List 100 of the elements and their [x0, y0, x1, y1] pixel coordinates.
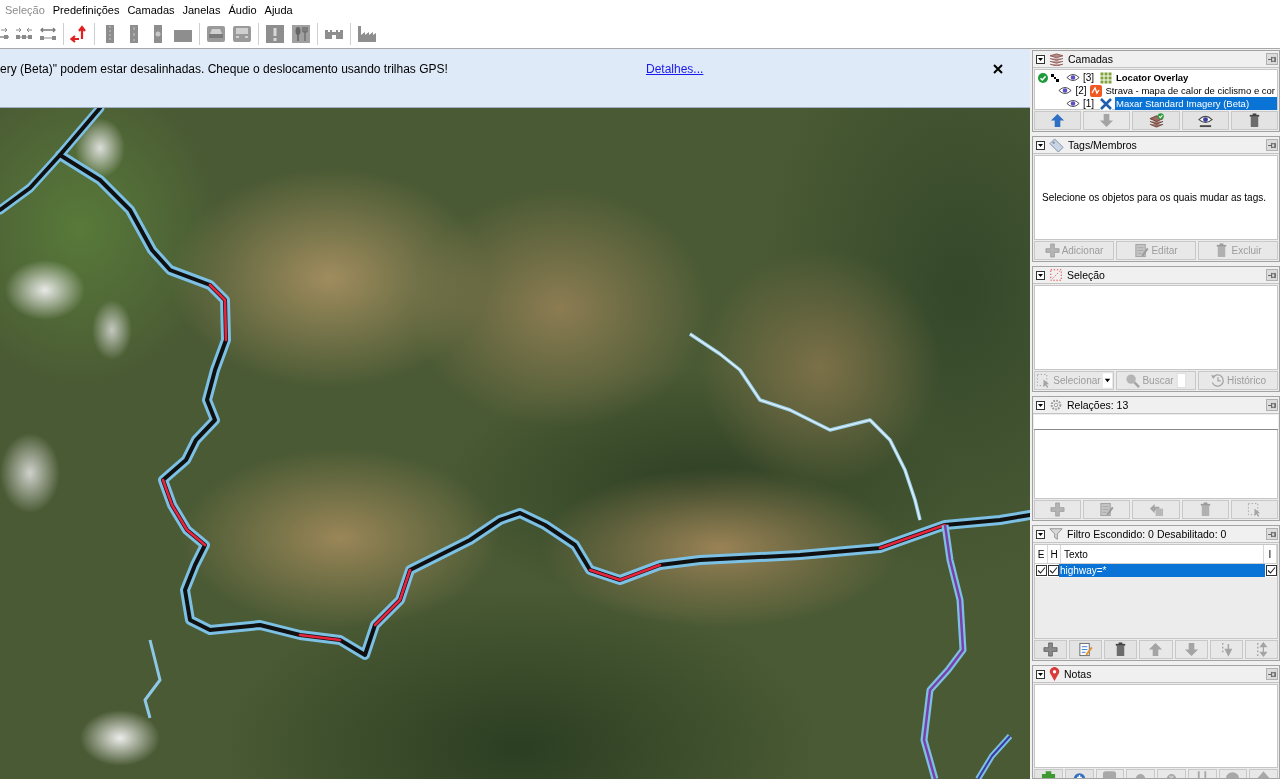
notepad-pencil-icon — [1134, 243, 1150, 258]
arrow-up-icon — [1148, 642, 1164, 657]
eye-icon[interactable] — [1066, 73, 1080, 82]
layer-row[interactable]: [2] Strava - mapa de calor de ciclismo e cor — [1035, 84, 1277, 97]
pin-icon — [1267, 141, 1277, 149]
duplicate-icon — [1148, 502, 1164, 517]
dock-button[interactable] — [1266, 53, 1278, 65]
collapse-button[interactable] — [1036, 54, 1045, 64]
caret-icon — [1038, 273, 1043, 277]
map-pin-icon — [1049, 666, 1060, 682]
layer-name: Strava - mapa de calor de ciclismo e cor — [1104, 84, 1276, 97]
visibility-button[interactable] — [1181, 111, 1229, 130]
layers-check-icon — [1148, 113, 1164, 128]
arrow-down-icon — [1183, 642, 1199, 657]
fork-spoon-icon[interactable] — [291, 25, 311, 43]
dock-button[interactable] — [1266, 269, 1278, 281]
eye-icon — [1197, 113, 1213, 128]
tag-icon — [1049, 137, 1064, 153]
column-header[interactable]: E — [1035, 545, 1048, 563]
layers-icon — [1049, 52, 1064, 66]
road-line — [975, 734, 1013, 779]
pin-icon — [1267, 55, 1277, 63]
funnel-icon — [1049, 527, 1063, 541]
notepad-pencil-icon — [1099, 502, 1115, 517]
empty-message: Selecione os objetos para os quais mudar as tags. — [1042, 192, 1267, 203]
close-icon[interactable] — [993, 64, 1003, 74]
dock-button[interactable] — [1266, 528, 1278, 540]
collapse-button[interactable] — [1036, 400, 1045, 410]
activate-button[interactable] — [1132, 111, 1180, 130]
delete-button[interactable] — [1230, 111, 1278, 130]
gear-icon — [1049, 398, 1063, 412]
dock-button[interactable] — [1266, 399, 1278, 411]
pin-icon — [1267, 530, 1277, 538]
menu-item[interactable]: Janelas — [178, 3, 225, 17]
layer-index: [3] — [1083, 72, 1096, 83]
caret-icon — [1038, 532, 1043, 536]
layer-row[interactable]: [1] Maxar Standard Imagery (Beta) — [1035, 97, 1277, 110]
collapse-button[interactable] — [1036, 669, 1045, 679]
layer-row[interactable]: [3] Locator Overlay — [1035, 71, 1277, 84]
edit-button[interactable] — [1069, 640, 1103, 659]
dock-button[interactable] — [1266, 139, 1278, 151]
menu-item[interactable]: Ajuda — [260, 3, 297, 17]
warning-sign-icon[interactable] — [265, 25, 285, 43]
collapse-button[interactable] — [1036, 270, 1045, 280]
double-arrow-icon[interactable] — [39, 25, 57, 43]
layer-name: Locator Overlay — [1115, 71, 1190, 84]
plus-icon — [1044, 243, 1060, 258]
column-header[interactable]: Texto — [1061, 545, 1264, 563]
column-header[interactable]: H — [1048, 545, 1061, 563]
history-icon — [1210, 373, 1226, 388]
check-circle-icon[interactable] — [1038, 72, 1048, 83]
move-up-button[interactable] — [1034, 111, 1082, 130]
filter-field[interactable] — [1034, 415, 1278, 430]
download-icon — [1040, 771, 1056, 778]
layer-index: [1] — [1083, 98, 1096, 109]
notepad-pencil-icon — [1078, 642, 1094, 657]
pin-icon — [1267, 670, 1277, 678]
caret-icon — [1038, 143, 1043, 147]
menu-item[interactable]: Predefinições — [48, 3, 124, 17]
caret-icon — [1038, 672, 1043, 676]
checkbox[interactable] — [1035, 565, 1047, 576]
pin-icon — [1267, 271, 1277, 279]
selection-cursor-icon — [1246, 502, 1262, 517]
menu-item[interactable]: Camadas — [123, 3, 179, 17]
checkbox[interactable] — [1047, 565, 1059, 576]
eye-icon[interactable] — [1058, 86, 1073, 95]
caret-icon — [1038, 57, 1043, 61]
collapse-button[interactable] — [1036, 140, 1045, 150]
collapse-button[interactable] — [1036, 529, 1045, 539]
caret-icon — [1038, 403, 1043, 407]
details-link[interactable]: Detalhes... — [646, 62, 704, 76]
filter-row[interactable]: highway=* — [1035, 564, 1277, 577]
factory-icon[interactable] — [357, 25, 377, 43]
corner-arrows-icon[interactable] — [70, 25, 88, 43]
arrow-down-icon — [1099, 113, 1115, 128]
table-cell-text: highway=* — [1059, 564, 1108, 577]
menu-item[interactable]: Áudio — [224, 3, 261, 17]
layer-index: [2] — [1075, 85, 1087, 96]
selection-icon — [1049, 268, 1063, 282]
dock-button[interactable] — [1266, 668, 1278, 680]
blank-box-icon — [1175, 373, 1187, 388]
arrow-up-icon — [1050, 113, 1066, 128]
car-icon[interactable] — [206, 25, 226, 43]
checkbox[interactable] — [1265, 565, 1277, 576]
bus-icon[interactable] — [232, 25, 252, 43]
plus-icon — [1050, 502, 1066, 517]
eye-icon[interactable] — [1066, 99, 1080, 108]
pin-icon — [1267, 401, 1277, 409]
layer-name: Maxar Standard Imagery (Beta) — [1115, 97, 1277, 110]
delete-button[interactable] — [1104, 640, 1138, 659]
notification-message: ery (Beta)" podem estar desalinhadas. Cheque o deslocamento usando trilhas GPS! — [0, 62, 449, 76]
download-button[interactable] — [1034, 769, 1063, 778]
new-button[interactable] — [1064, 769, 1094, 778]
search-icon — [1125, 373, 1141, 388]
panel-title: Tags/Membros — [1068, 139, 1138, 151]
add-button[interactable] — [1034, 640, 1068, 659]
column-header[interactable]: I — [1264, 545, 1277, 563]
panel-title: Camadas — [1068, 53, 1114, 65]
panel-title: Relações: 13 — [1067, 399, 1130, 411]
scale-icon[interactable] — [1051, 73, 1059, 82]
